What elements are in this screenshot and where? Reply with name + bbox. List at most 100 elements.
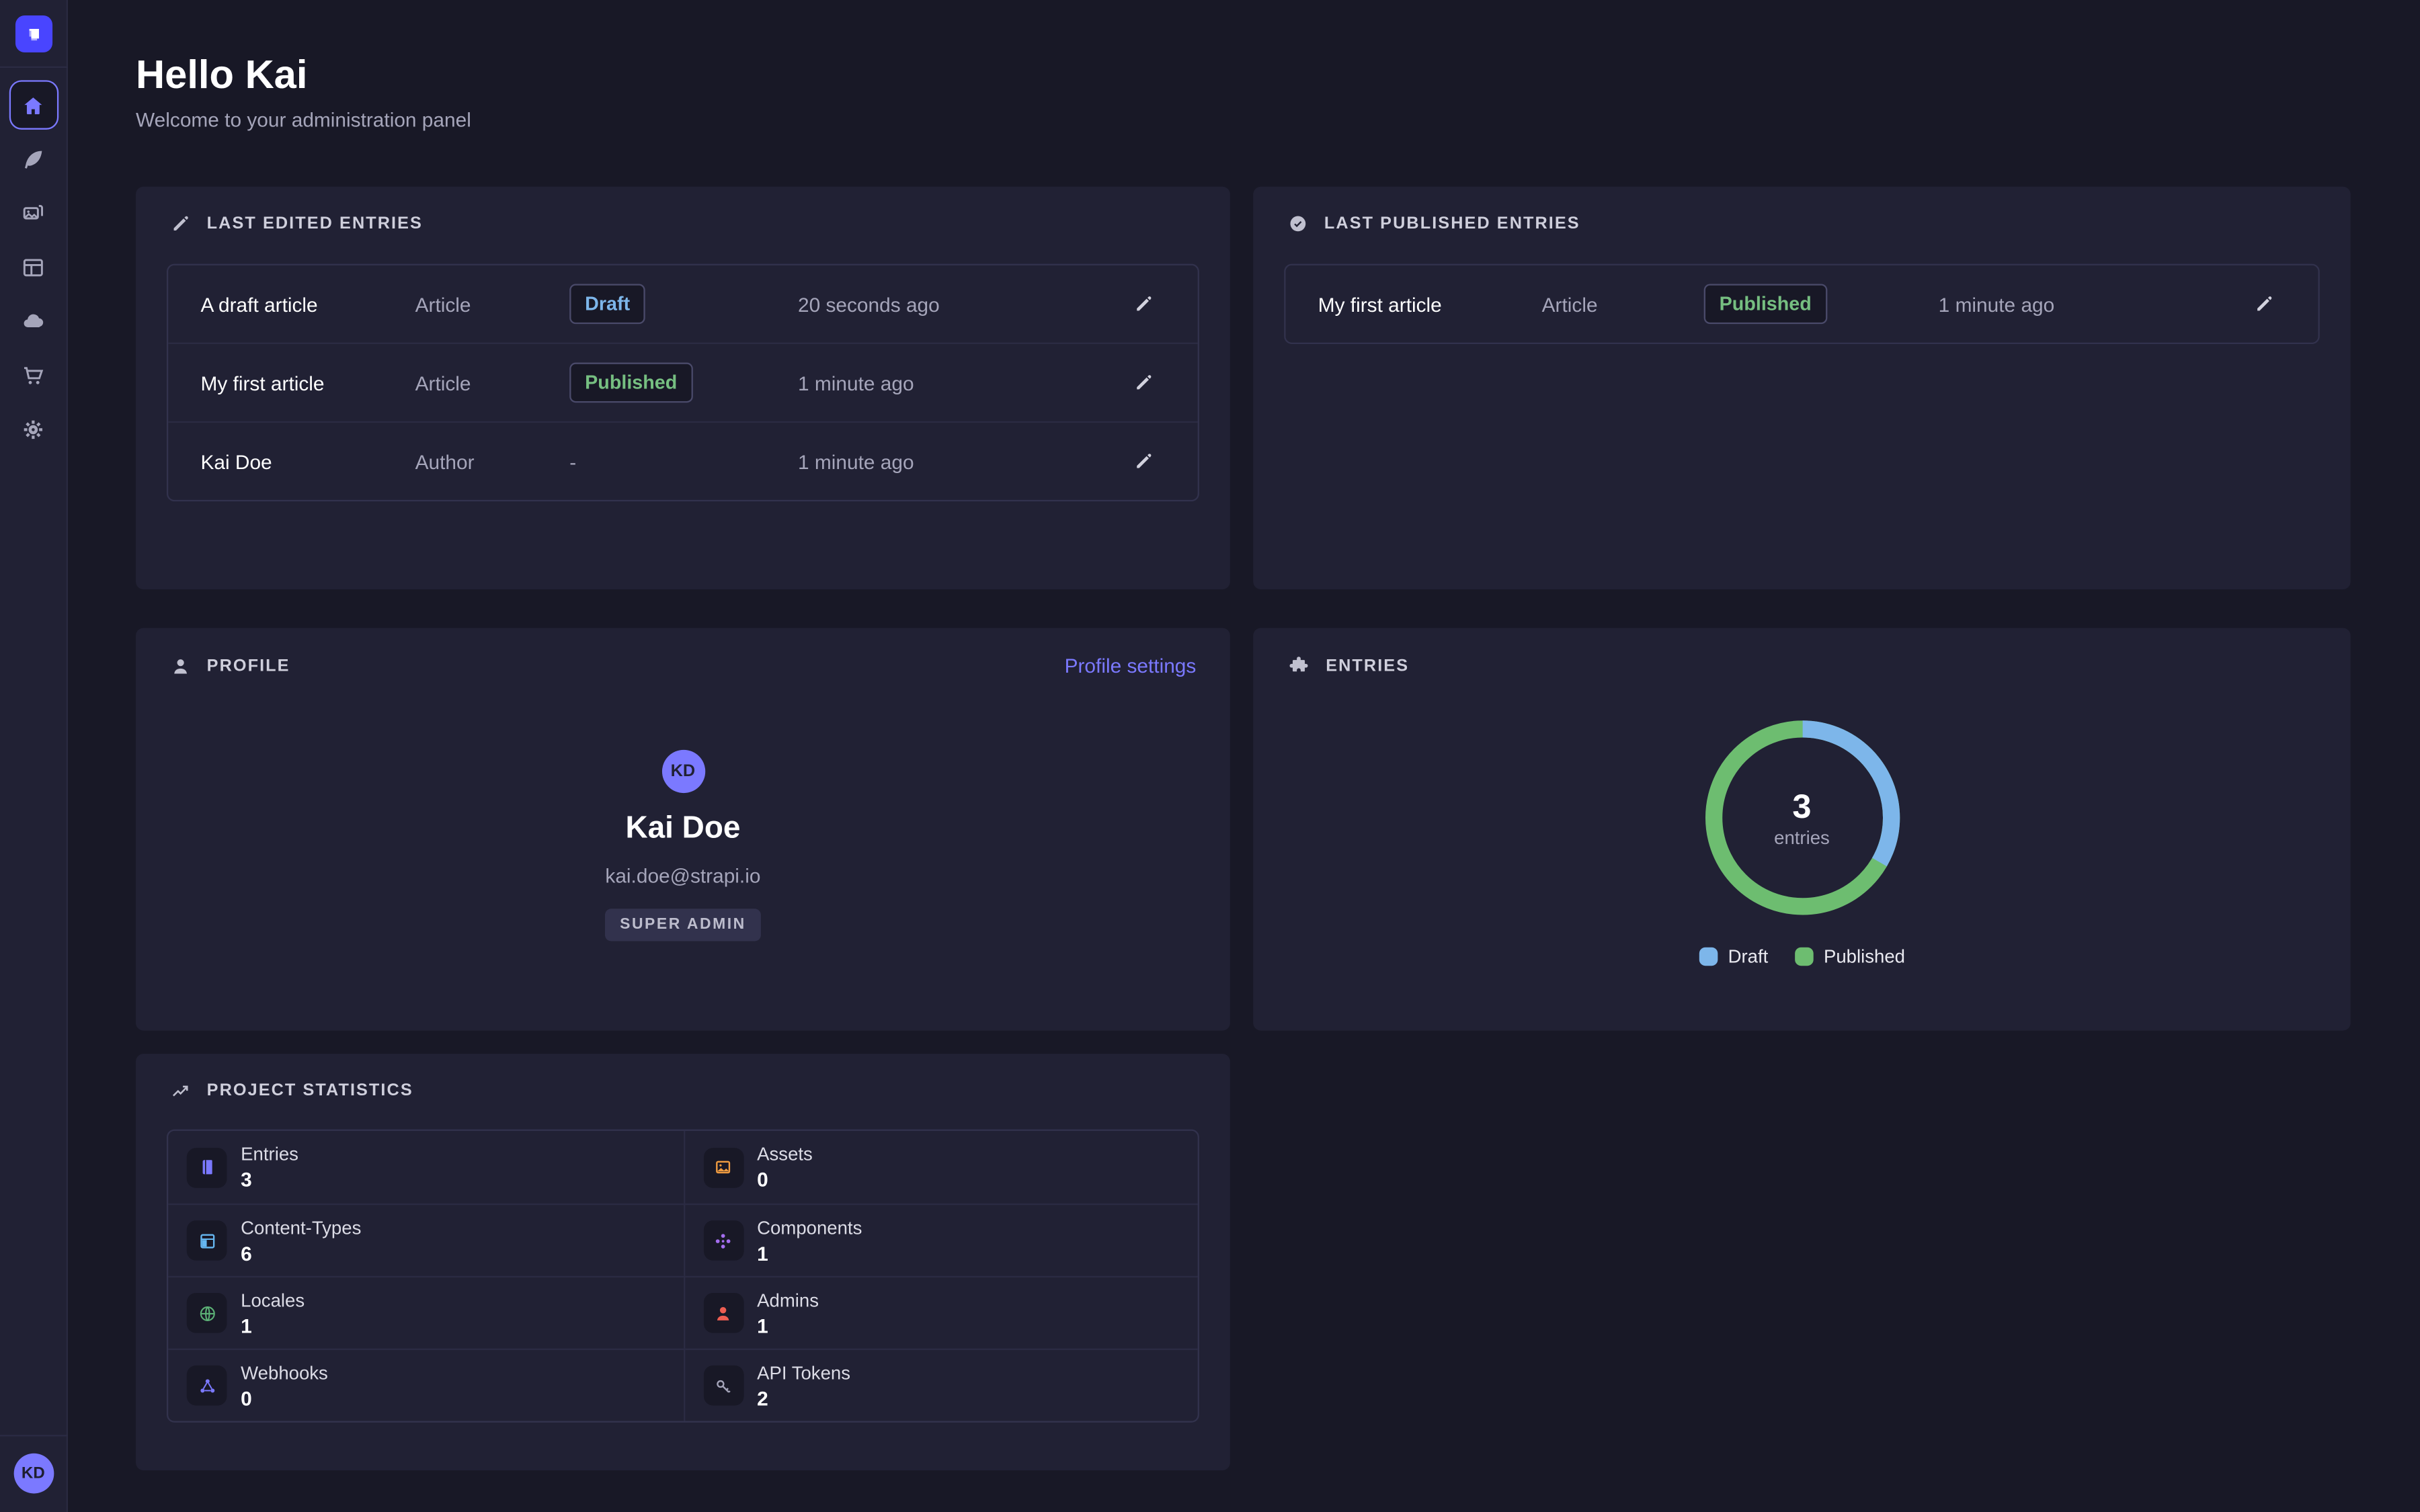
draft-swatch <box>1699 948 1718 966</box>
stat-value: 0 <box>757 1168 813 1191</box>
published-swatch <box>1794 948 1813 966</box>
entry-name: Kai Doe <box>200 450 415 472</box>
sidebar-nav <box>9 80 58 454</box>
entry-name: My first article <box>200 371 415 394</box>
trend-up-icon <box>170 1080 192 1101</box>
sidebar: KD <box>0 0 68 1512</box>
stat-label: Components <box>757 1216 862 1238</box>
entries-card: ENTRIES 3 entrie <box>1253 628 2350 1030</box>
edit-entry-button[interactable] <box>1122 361 1165 404</box>
stat-label: Content-Types <box>241 1216 361 1238</box>
cart-icon <box>20 362 46 388</box>
stat-components: Components 1 <box>683 1204 1198 1276</box>
user-icon <box>703 1293 743 1333</box>
pencil-icon <box>170 213 192 235</box>
stat-label: Webhooks <box>241 1361 328 1383</box>
stat-locales: Locales 1 <box>168 1276 683 1349</box>
entries-count: 3 <box>1792 788 1811 825</box>
stat-value: 2 <box>757 1386 850 1409</box>
entries-donut-chart: 3 entries Draft Published <box>1253 719 2350 968</box>
stat-label: Assets <box>757 1143 813 1165</box>
entry-name: A draft article <box>200 292 415 315</box>
status-badge: Draft <box>569 284 645 324</box>
sidebar-item-media-library[interactable] <box>9 188 58 237</box>
book-icon <box>187 1147 227 1187</box>
profile-body: KD Kai Doe kai.doe@strapi.io SUPER ADMIN <box>136 688 1230 941</box>
role-badge: SUPER ADMIN <box>604 909 762 941</box>
app-window: KD Hello Kai Welcome to your administrat… <box>0 0 2420 1512</box>
gear-icon <box>20 416 46 442</box>
home-icon <box>20 92 46 118</box>
edit-entry-button[interactable] <box>2243 282 2286 325</box>
card-title: LAST EDITED ENTRIES <box>207 214 423 233</box>
chart-legend: Draft Published <box>1699 946 1905 967</box>
table-row: A draft article Article Draft 20 seconds… <box>168 265 1197 343</box>
profile-avatar: KD <box>661 750 704 793</box>
pencil-icon <box>1133 293 1154 314</box>
sidebar-item-home[interactable] <box>9 80 58 129</box>
sidebar-divider <box>0 67 67 68</box>
table-row: My first article Article Published 1 min… <box>1286 265 2318 343</box>
sidebar-item-content-manager[interactable] <box>9 134 58 183</box>
sidebar-item-content-type-builder[interactable] <box>9 242 58 291</box>
components-icon <box>703 1220 743 1261</box>
sidebar-item-cloud[interactable] <box>9 296 58 345</box>
stat-admins: Admins 1 <box>683 1276 1198 1349</box>
person-icon <box>170 655 192 677</box>
layout-icon <box>187 1220 227 1261</box>
stat-webhooks: Webhooks 0 <box>168 1349 683 1421</box>
card-title: LAST PUBLISHED ENTRIES <box>1324 214 1580 233</box>
user-avatar[interactable]: KD <box>13 1454 54 1494</box>
pencil-icon <box>1133 450 1154 472</box>
stat-entries: Entries 3 <box>168 1131 683 1204</box>
stat-label: Admins <box>757 1289 819 1310</box>
stat-value: 1 <box>241 1314 305 1337</box>
profile-name: Kai Doe <box>625 812 740 847</box>
stat-value: 0 <box>241 1386 328 1409</box>
sidebar-bottom: KD <box>0 1435 67 1512</box>
feather-icon <box>20 146 46 172</box>
edit-entry-button[interactable] <box>1122 439 1165 482</box>
status-badge: Published <box>1704 284 1827 324</box>
entry-type: Article <box>415 292 570 315</box>
entry-status-empty: - <box>569 450 798 472</box>
project-statistics-card: PROJECT STATISTICS Entries <box>136 1054 1230 1470</box>
card-title: PROJECT STATISTICS <box>207 1081 413 1100</box>
legend-label: Draft <box>1728 946 1769 967</box>
entry-time: 1 minute ago <box>798 371 1122 394</box>
stat-label: Entries <box>241 1143 298 1165</box>
strapi-logo[interactable] <box>15 15 52 52</box>
entry-type: Author <box>415 450 570 472</box>
stat-value: 1 <box>757 1314 819 1337</box>
entries-unit: entries <box>1774 826 1830 847</box>
sidebar-item-settings[interactable] <box>9 405 58 454</box>
page-title: Hello Kai <box>136 51 2352 97</box>
sidebar-item-marketplace[interactable] <box>9 350 58 399</box>
globe-icon <box>187 1293 227 1333</box>
entry-type: Article <box>1542 292 1704 315</box>
last-published-entries-card: LAST PUBLISHED ENTRIES My first article … <box>1253 187 2350 589</box>
entry-name: My first article <box>1318 292 1542 315</box>
page-subtitle: Welcome to your administration panel <box>136 108 2352 131</box>
status-badge: Published <box>569 363 692 403</box>
edit-entry-button[interactable] <box>1122 282 1165 325</box>
profile-settings-link[interactable]: Profile settings <box>1065 654 1197 677</box>
layout-icon <box>20 254 46 280</box>
main-content: Hello Kai Welcome to your administration… <box>68 0 2420 1470</box>
statistics-grid: Entries 3 <box>167 1130 1199 1423</box>
card-title: ENTRIES <box>1326 657 1409 675</box>
stat-api-tokens: API Tokens 2 <box>683 1349 1198 1421</box>
strapi-logo-icon <box>22 22 44 45</box>
last-published-table: My first article Article Published 1 min… <box>1284 264 2320 344</box>
last-edited-table: A draft article Article Draft 20 seconds… <box>167 264 1199 502</box>
donut-center: 3 entries <box>1703 719 1901 917</box>
stat-value: 6 <box>241 1241 361 1264</box>
stat-value: 1 <box>757 1241 862 1264</box>
stat-label: Locales <box>241 1289 305 1310</box>
images-icon <box>20 200 46 226</box>
last-edited-entries-card: LAST EDITED ENTRIES A draft article Arti… <box>136 187 1230 589</box>
entry-time: 20 seconds ago <box>798 292 1122 315</box>
sidebar-bottom-divider <box>0 1435 67 1436</box>
table-row: My first article Article Published 1 min… <box>168 343 1197 421</box>
card-title: PROFILE <box>207 657 290 675</box>
